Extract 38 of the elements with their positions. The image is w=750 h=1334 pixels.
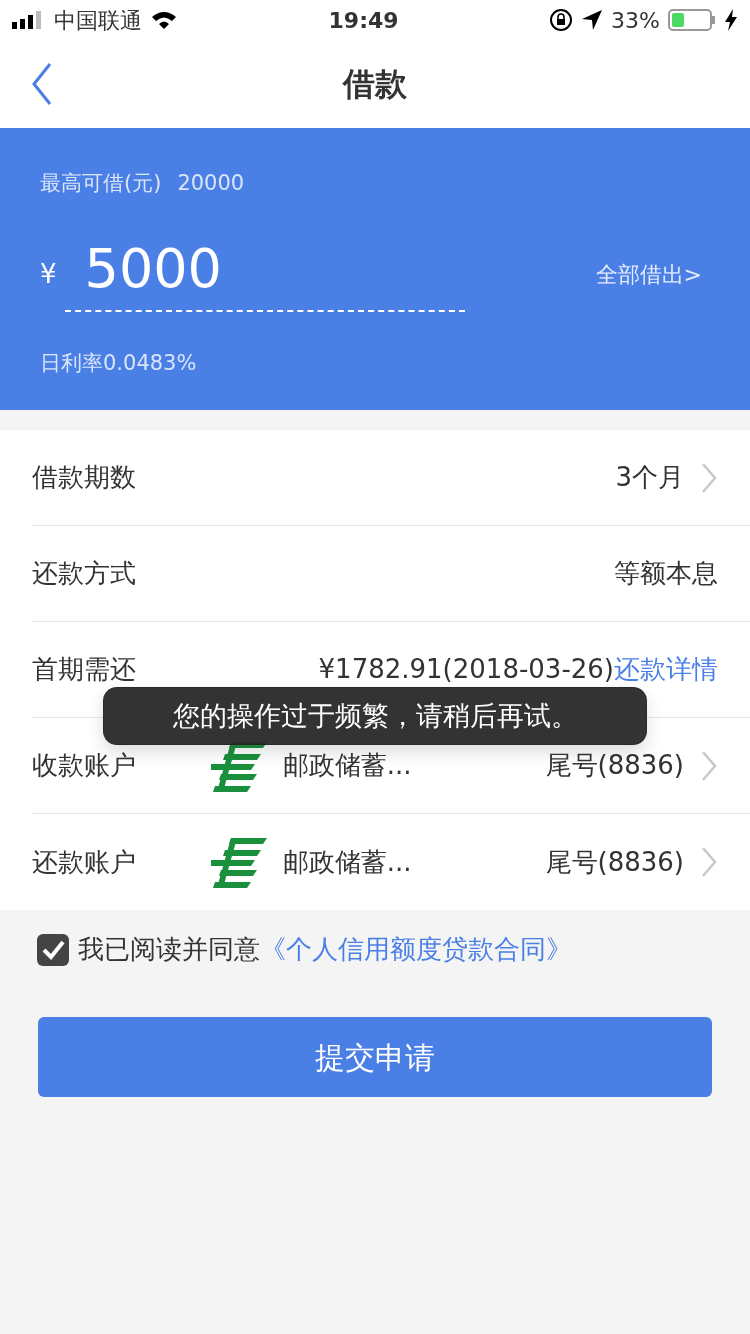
back-icon[interactable] — [30, 62, 54, 106]
row-value: ¥1782.91(2018-03-26) — [318, 653, 614, 686]
charging-icon — [724, 9, 738, 31]
error-toast: 您的操作过于频繁，请稍后再试。 — [103, 687, 647, 745]
currency-symbol: ¥ — [40, 258, 57, 291]
submit-button[interactable]: 提交申请 — [38, 1017, 712, 1097]
form-row[interactable]: 还款方式 等额本息 — [32, 526, 750, 622]
wifi-icon — [150, 10, 178, 30]
status-time: 19:49 — [328, 6, 399, 35]
row-label: 还款方式 — [32, 557, 136, 590]
row-value: 等额本息 — [614, 557, 718, 590]
carrier-name: 中国联通 — [54, 6, 142, 35]
chevron-right-icon — [700, 749, 718, 782]
battery-icon — [668, 9, 716, 31]
limit-amount: 20000 — [177, 170, 245, 197]
row-label: 还款账户 — [32, 845, 136, 879]
limit-label: 最高可借(元) — [40, 170, 162, 197]
row-label: 借款期数 — [32, 461, 136, 494]
row-label: 收款账户 — [32, 749, 136, 782]
amount-field[interactable]: 5000 — [64, 237, 465, 312]
interest-rate: 日利率0.0483% — [40, 349, 198, 377]
bank-name: 邮政储蓄... — [282, 749, 412, 782]
form-row[interactable]: 借款期数 3个月 — [32, 430, 750, 526]
page-title: 借款 — [343, 64, 407, 105]
account-tail: 尾号(8836) — [545, 749, 684, 782]
rotation-lock-icon — [549, 8, 574, 32]
chevron-right-icon — [700, 461, 718, 494]
repayment-detail-link[interactable]: 还款详情 — [614, 650, 718, 689]
row-label: 首期需还 — [32, 653, 136, 686]
battery-percent: 33% — [611, 6, 660, 35]
row-value: 3个月 — [615, 461, 684, 494]
account-tail: 尾号(8836) — [545, 845, 684, 879]
checkbox[interactable] — [36, 932, 70, 967]
bank-name: 邮政储蓄... — [282, 845, 412, 879]
form-row[interactable]: 还款账户 邮政储蓄... 尾号(8836) — [32, 814, 750, 910]
agreement-text: 我已阅读并同意《个人信用额度贷款合同》 — [78, 933, 572, 966]
chevron-right-icon — [700, 846, 718, 878]
location-icon — [581, 9, 604, 31]
